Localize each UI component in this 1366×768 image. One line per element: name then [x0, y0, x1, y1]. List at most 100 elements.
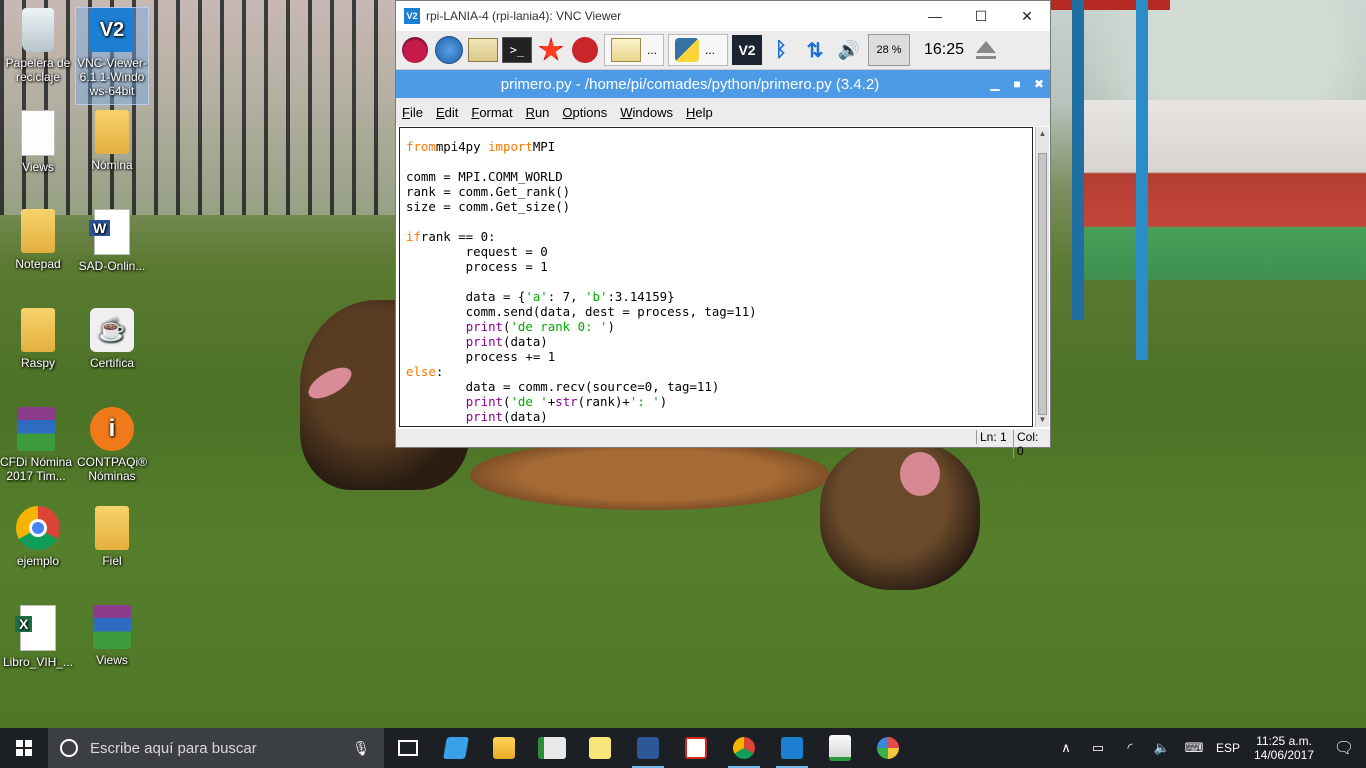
bluetooth-icon[interactable]: ᛒ — [766, 35, 796, 65]
code-token: request = 0 — [406, 244, 548, 259]
taskbar-app-chrome[interactable] — [720, 728, 768, 768]
idle-window-title: primero.py - /home/pi/comades/python/pri… — [500, 75, 880, 93]
taskbar-app-chart[interactable] — [816, 728, 864, 768]
pi-file-manager-launcher[interactable] — [468, 35, 498, 65]
code-token: if — [406, 229, 421, 244]
code-token: process = 1 — [406, 259, 548, 274]
code-token: from — [406, 139, 436, 154]
code-token: 'a' — [525, 289, 548, 304]
vnc-close-button[interactable]: ✕ — [1004, 1, 1050, 31]
code-token: ) — [607, 319, 615, 334]
idle-minimize-button[interactable]: ▁ — [984, 77, 1006, 91]
language-indicator[interactable]: ESP — [1210, 741, 1246, 755]
menu-windows[interactable]: Windows — [620, 105, 673, 120]
microphone-icon[interactable]: 🎙 — [352, 740, 370, 757]
taskbar-app-acrobat[interactable] — [672, 728, 720, 768]
search-box[interactable]: Escribe aquí para buscar 🎙 — [48, 728, 384, 768]
paint-icon — [877, 737, 899, 759]
code-token: data = { — [406, 289, 526, 304]
menu-format[interactable]: Format — [471, 105, 512, 120]
desktop-icon-libro-vih[interactable]: X Libro_VIH_... — [2, 605, 74, 669]
pi-panel: >_ ... ... V2 ᛒ ⇅ 🔊 28 % 16:25 — [396, 31, 1050, 70]
desktop-icon-fiel[interactable]: Fiel — [76, 506, 148, 568]
action-center-icon[interactable]: 🗨 — [1322, 738, 1366, 758]
pi-wolfram-launcher[interactable] — [570, 35, 600, 65]
wifi-icon[interactable]: ◜ — [1114, 740, 1146, 756]
pi-task-file-manager[interactable]: ... — [604, 34, 664, 66]
pi-browser-launcher[interactable] — [434, 35, 464, 65]
taskbar-app-word[interactable] — [624, 728, 672, 768]
code-token: mpi4py — [435, 139, 489, 154]
wallpaper-swing-beam — [1050, 0, 1170, 10]
vnc-titlebar[interactable]: V2 rpi-LANIA-4 (rpi-lania4): VNC Viewer … — [396, 1, 1050, 31]
folder-icon — [95, 506, 129, 550]
desktop-icon-views[interactable]: Views — [2, 110, 74, 174]
desktop-icon-ejemplo[interactable]: ejemplo — [2, 506, 74, 568]
battery-icon[interactable]: ▭ — [1082, 740, 1114, 756]
vnc-viewer-window[interactable]: V2 rpi-LANIA-4 (rpi-lania4): VNC Viewer … — [395, 0, 1051, 458]
idle-maximize-button[interactable]: ■ — [1006, 77, 1028, 91]
desktop-icon-label: Certifica — [89, 356, 134, 370]
scroll-down-icon[interactable]: ▼ — [1036, 413, 1049, 427]
vnc-minimize-button[interactable]: — — [912, 1, 958, 31]
pi-mathematica-launcher[interactable] — [536, 35, 566, 65]
wallpaper-dog — [470, 440, 830, 510]
idle-close-button[interactable]: ✖ — [1028, 77, 1050, 91]
search-placeholder: Escribe aquí para buscar — [90, 739, 257, 757]
show-hidden-icons-icon[interactable]: ∧ — [1050, 740, 1082, 756]
taskbar-clock[interactable]: 11:25 a.m. 14/06/2017 — [1246, 734, 1322, 762]
menu-options[interactable]: Options — [562, 105, 607, 120]
pi-terminal-launcher[interactable]: >_ — [502, 35, 532, 65]
menu-file[interactable]: File — [402, 105, 423, 120]
pi-clock[interactable]: 16:25 — [924, 41, 964, 59]
desktop-icon-raspy[interactable]: Raspy — [2, 308, 74, 370]
desktop-icon-contpaqi[interactable]: i CONTPAQi® Nóminas — [76, 407, 148, 483]
pi-menu-button[interactable] — [400, 35, 430, 65]
menu-run[interactable]: Run — [526, 105, 550, 120]
pi-task-python[interactable]: ... — [668, 34, 728, 66]
desktop-icon-views-rar[interactable]: Views — [76, 605, 148, 667]
code-token: comm.send(data, dest = process, tag=11) — [406, 304, 757, 319]
desktop-icon-vnc-viewer[interactable]: V2 VNC-Viewer-6.1.1-Windows-64bit — [75, 7, 149, 105]
taskbar-app-paint[interactable] — [864, 728, 912, 768]
code-token: process += 1 — [406, 349, 556, 364]
winrar-icon — [17, 407, 55, 451]
pi-task-label: ... — [705, 43, 716, 57]
eject-icon[interactable] — [976, 41, 997, 59]
code-line: print('de rank 0: ') — [406, 319, 1032, 334]
desktop-icon-notepad[interactable]: Notepad — [2, 209, 74, 271]
taskbar-app-file-explorer[interactable] — [480, 728, 528, 768]
desktop-icon-cfdi-nomina[interactable]: CFDi Nómina 2017 Tim... — [0, 407, 72, 483]
code-text: frommpi4py importMPI comm = MPI.COMM_WOR… — [400, 128, 1032, 424]
scrollbar-thumb[interactable] — [1038, 153, 1047, 415]
code-token: print — [465, 409, 503, 424]
menu-edit[interactable]: Edit — [436, 105, 458, 120]
keyboard-icon[interactable]: ⌨ — [1178, 740, 1210, 756]
scroll-up-icon[interactable]: ▲ — [1036, 127, 1049, 141]
desktop-icon-sad-online[interactable]: W SAD-Onlin... — [76, 209, 148, 273]
task-view-button[interactable] — [384, 728, 432, 768]
network-icon[interactable]: ⇅ — [800, 35, 830, 65]
vnc-maximize-button[interactable]: ☐ — [958, 1, 1004, 31]
taskbar-app-sticky-notes[interactable] — [576, 728, 624, 768]
start-button[interactable] — [0, 728, 48, 768]
volume-icon[interactable]: 🔈 — [1146, 740, 1178, 756]
folder-icon — [21, 209, 55, 253]
idle-titlebar[interactable]: primero.py - /home/pi/comades/python/pri… — [396, 70, 1050, 98]
editor-scrollbar[interactable]: ▲ ▼ — [1035, 127, 1049, 427]
taskbar-app-vnc-viewer[interactable] — [768, 728, 816, 768]
system-tray: ∧ ▭ ◜ 🔈 ⌨ ESP 11:25 a.m. 14/06/2017 🗨 — [1050, 728, 1366, 768]
code-editor[interactable]: frommpi4py importMPI comm = MPI.COMM_WOR… — [399, 127, 1033, 427]
code-token: ': ' — [629, 394, 660, 409]
menu-help[interactable]: Help — [686, 105, 713, 120]
wallpaper-house — [1080, 100, 1366, 280]
code-token: str — [555, 394, 578, 409]
pi-vnc-tray[interactable]: V2 — [732, 35, 762, 65]
taskbar-app-slides[interactable] — [528, 728, 576, 768]
chrome-icon — [733, 737, 755, 759]
taskbar-app-store[interactable] — [432, 728, 480, 768]
desktop-icon-recycle-bin[interactable]: Papelera de reciclaje — [2, 8, 74, 84]
volume-icon[interactable]: 🔊 — [834, 35, 864, 65]
desktop-icon-nomina[interactable]: Nómina — [76, 110, 148, 172]
desktop-icon-certifica[interactable]: ☕ Certifica — [76, 308, 148, 370]
